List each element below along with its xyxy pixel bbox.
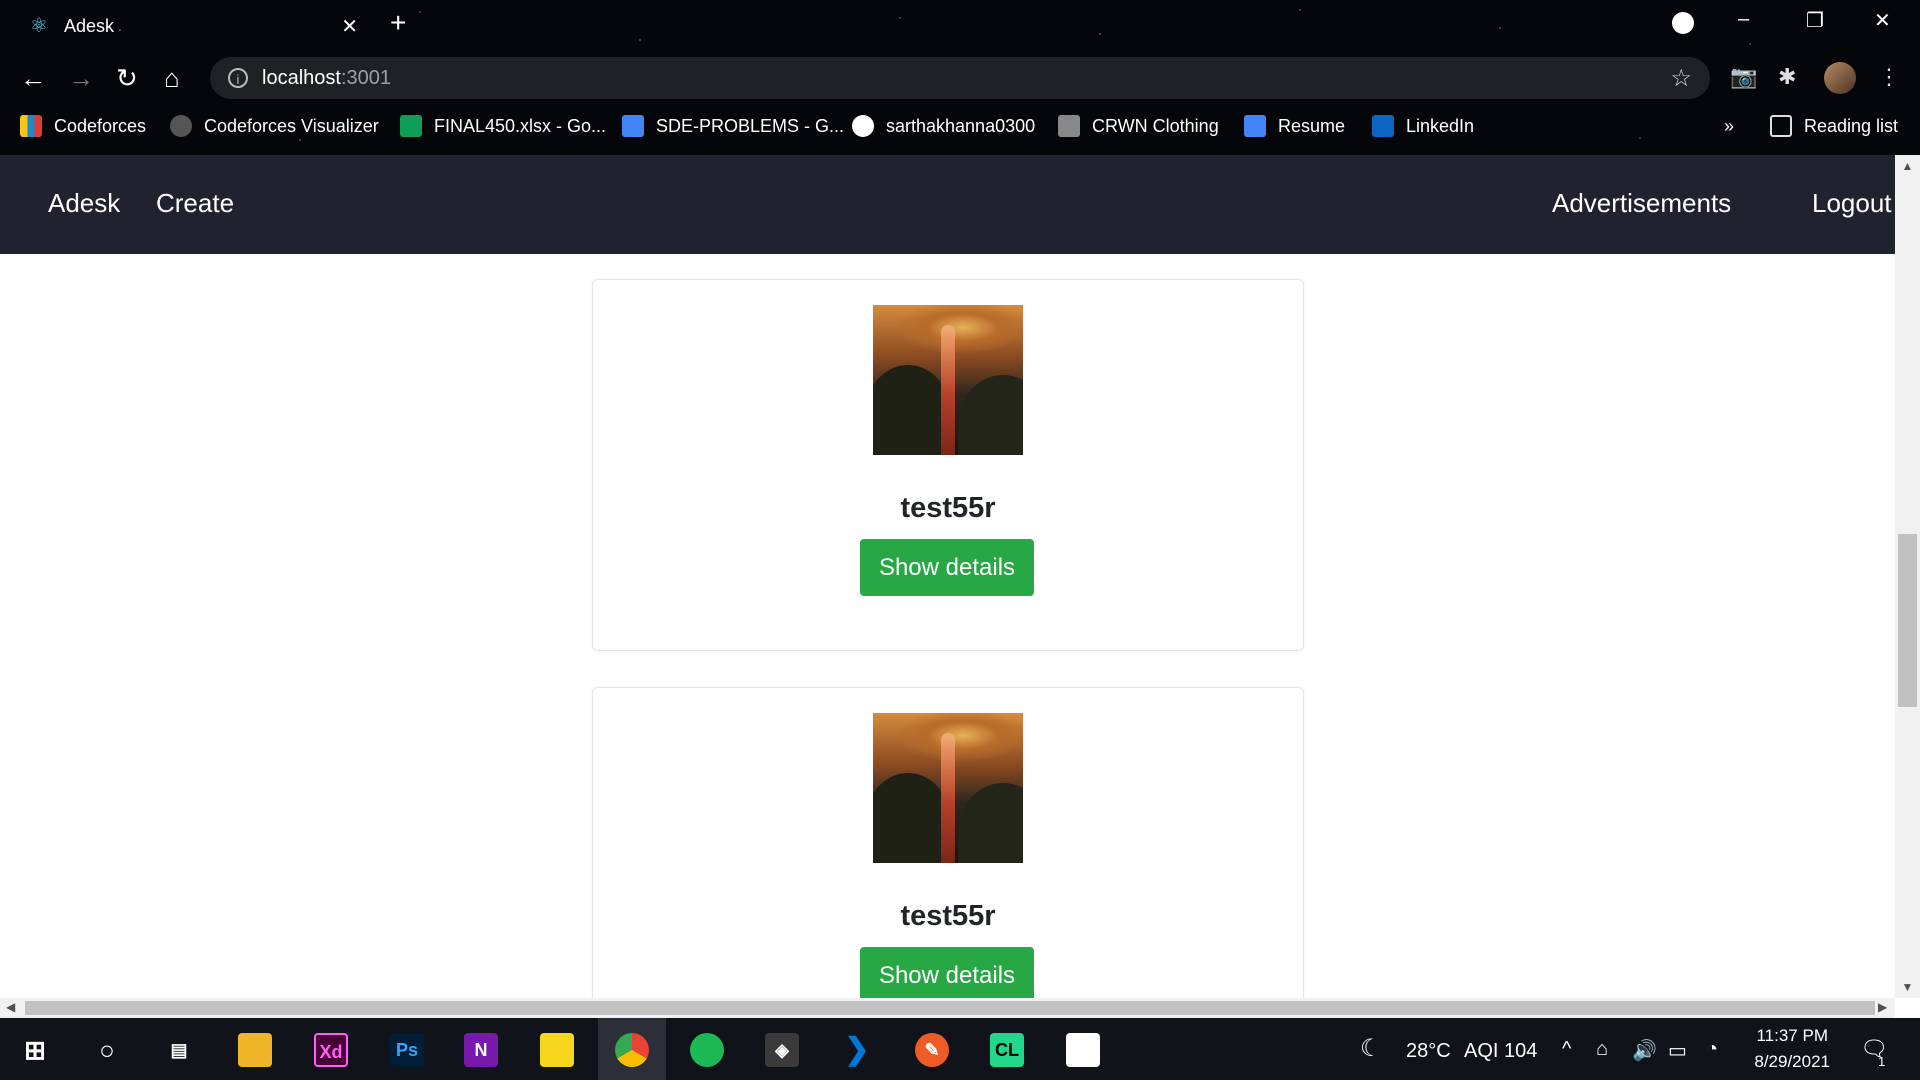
window-close-icon[interactable]: ✕ — [1874, 8, 1891, 33]
volume-icon[interactable]: 🔊 — [1632, 1038, 1657, 1063]
bookmark-linkedin[interactable]: LinkedIn — [1372, 110, 1474, 142]
sheets-icon — [400, 115, 422, 137]
pdf-icon[interactable] — [1066, 1033, 1100, 1067]
profile-dropdown-icon[interactable] — [1672, 12, 1694, 34]
docs-icon — [1244, 115, 1266, 137]
app-icon[interactable]: ◈ — [765, 1033, 799, 1067]
bookmarks-overflow[interactable]: » — [1724, 110, 1734, 142]
show-hidden-icons-icon[interactable]: ^ — [1562, 1038, 1571, 1061]
horizontal-scrollbar[interactable]: ◀ ▶ — [0, 998, 1895, 1018]
nav-logout[interactable]: Logout — [1812, 188, 1892, 219]
scroll-down-icon[interactable]: ▼ — [1895, 980, 1920, 994]
file-explorer-icon[interactable] — [238, 1033, 272, 1067]
adobe-xd-icon[interactable]: Xd — [314, 1033, 348, 1067]
nav-create[interactable]: Create — [156, 188, 234, 219]
chrome-icon[interactable] — [615, 1033, 649, 1067]
weather-temp[interactable]: 28°C — [1406, 1040, 1451, 1063]
extensions-icon[interactable]: ✱ — [1778, 64, 1796, 90]
onenote-icon[interactable]: N — [464, 1033, 498, 1067]
notification-count: 1 — [1878, 1054, 1886, 1069]
taskbar: ⊞ ○ ▤ Xd Ps N ◈ ❯ ✎ CL ☾ 28°C AQI 104 ^ … — [0, 1018, 1920, 1080]
ad-title: test55r — [900, 900, 996, 932]
react-icon: ⚛ — [30, 15, 48, 37]
url-port: :3001 — [340, 66, 391, 89]
tab-close-icon[interactable]: ✕ — [341, 14, 358, 39]
forward-icon[interactable]: → — [68, 64, 94, 92]
network-icon[interactable]: ⌂ — [1596, 1038, 1608, 1061]
bookmark-sde-problems[interactable]: SDE-PROBLEMS - G... — [622, 110, 844, 142]
reading-list-icon — [1770, 115, 1792, 137]
scroll-up-icon[interactable]: ▲ — [1895, 159, 1920, 173]
weather-icon: ☾ — [1360, 1035, 1382, 1062]
clock-time[interactable]: 11:37 PM — [1746, 1026, 1828, 1046]
new-tab-button[interactable]: + — [390, 8, 406, 38]
cfv-icon — [170, 115, 192, 137]
vertical-scrollbar[interactable]: ▲ ▼ — [1895, 155, 1920, 998]
bookmark-github[interactable]: sarthakhanna0300 — [852, 110, 1035, 142]
sticky-notes-icon[interactable] — [540, 1033, 574, 1067]
bookmark-codeforces-visualizer[interactable]: Codeforces Visualizer — [170, 110, 379, 142]
github-icon — [852, 115, 874, 137]
bookmark-resume[interactable]: Resume — [1244, 110, 1345, 142]
bookmark-star-icon[interactable]: ☆ — [1670, 64, 1692, 93]
profile-avatar[interactable] — [1824, 62, 1856, 94]
back-icon[interactable]: ← — [20, 64, 46, 92]
battery-icon[interactable]: ▭ — [1668, 1038, 1687, 1063]
nav-advertisements[interactable]: Advertisements — [1552, 188, 1731, 219]
ad-image — [873, 305, 1023, 455]
minimize-icon[interactable]: – — [1738, 8, 1749, 31]
ad-card: test55r Show details — [592, 687, 1304, 998]
site-info-icon[interactable]: i — [228, 68, 248, 88]
ad-title: test55r — [900, 492, 996, 524]
bookmarks-bar: Codeforces Codeforces Visualizer FINAL45… — [0, 110, 1920, 142]
reading-list[interactable]: Reading list — [1770, 110, 1898, 142]
crown-icon — [1058, 115, 1080, 137]
reload-icon[interactable]: ↻ — [116, 64, 138, 92]
clion-icon[interactable]: CL — [990, 1033, 1024, 1067]
address-bar[interactable]: i localhost:3001 ☆ — [210, 57, 1710, 99]
home-icon[interactable]: ⌂ — [164, 64, 180, 92]
scroll-left-icon[interactable]: ◀ — [6, 1000, 15, 1014]
photoshop-icon[interactable]: Ps — [390, 1033, 424, 1067]
search-icon[interactable]: ○ — [90, 1033, 124, 1067]
wifi-icon[interactable]: ◔ — [1706, 1038, 1718, 1061]
clock-date[interactable]: 8/29/2021 — [1744, 1052, 1830, 1072]
codeforces-icon — [20, 115, 42, 137]
horizontal-scroll-thumb[interactable] — [25, 1001, 1875, 1015]
bookmark-codeforces[interactable]: Codeforces — [20, 110, 146, 142]
windows-start-icon[interactable]: ⊞ — [18, 1033, 52, 1067]
task-view-icon[interactable]: ▤ — [162, 1033, 196, 1067]
docs-icon — [622, 115, 644, 137]
tab-title: Adesk — [64, 15, 115, 36]
app-navbar: Adesk Create Advertisements Logout — [0, 155, 1895, 254]
vscode-icon[interactable]: ❯ — [840, 1033, 874, 1067]
nav-brand[interactable]: Adesk — [48, 188, 120, 219]
scroll-right-icon[interactable]: ▶ — [1878, 1000, 1887, 1014]
postman-icon[interactable]: ✎ — [915, 1033, 949, 1067]
show-details-button[interactable]: Show details — [860, 947, 1034, 998]
ads-list: test55r Show details test55r Show detail… — [0, 254, 1895, 998]
spotify-icon[interactable] — [690, 1033, 724, 1067]
ad-image — [873, 713, 1023, 863]
browser-chrome: ⚛ Adesk ✕ + – ❐ ✕ ← → ↻ ⌂ i localhost:30… — [0, 0, 1920, 155]
restore-icon[interactable]: ❐ — [1806, 8, 1824, 33]
show-details-button[interactable]: Show details — [860, 539, 1034, 596]
weather-aqi[interactable]: AQI 104 — [1464, 1040, 1537, 1063]
url-host: localhost — [262, 66, 341, 89]
bookmark-final450[interactable]: FINAL450.xlsx - Go... — [400, 110, 606, 142]
vertical-scroll-thumb[interactable] — [1898, 534, 1917, 707]
ad-card: test55r Show details — [592, 279, 1304, 651]
linkedin-icon — [1372, 115, 1394, 137]
menu-icon[interactable]: ⋮ — [1878, 64, 1900, 90]
bookmark-crwn-clothing[interactable]: CRWN Clothing — [1058, 110, 1219, 142]
camera-icon[interactable]: 📷 — [1730, 64, 1757, 90]
browser-tab[interactable]: ⚛ Adesk ✕ — [14, 6, 368, 46]
